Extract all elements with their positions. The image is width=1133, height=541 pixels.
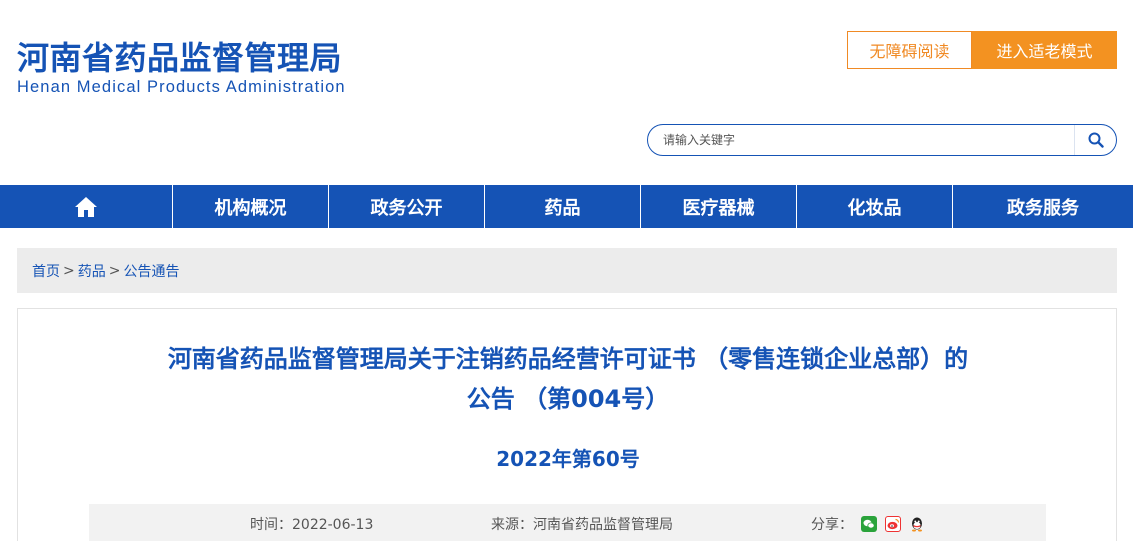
nav-item-government-affairs[interactable]: 政务公开: [329, 185, 485, 228]
logo-chinese-name: 河南省药品监督管理局: [17, 39, 343, 77]
elder-mode-button[interactable]: 进入适老模式: [972, 31, 1117, 69]
article-title-line-2: 公告 （第004号）: [466, 385, 670, 413]
logo-english-name: Henan Medical Products Administration: [17, 78, 346, 96]
article-title: 河南省药品监督管理局关于注销药品经营许可证书 （零售连锁企业总部）的 公告 （第…: [18, 339, 1118, 419]
article-panel: 河南省药品监督管理局关于注销药品经营许可证书 （零售连锁企业总部）的 公告 （第…: [17, 308, 1117, 541]
search-input[interactable]: [648, 125, 1074, 155]
search-bar: [647, 124, 1117, 156]
breadcrumb-announcements[interactable]: 公告通告: [123, 261, 179, 281]
accessible-reading-button[interactable]: 无障碍阅读: [847, 31, 972, 69]
nav-item-government-services[interactable]: 政务服务: [953, 185, 1133, 228]
top-buttons: 无障碍阅读 进入适老模式: [847, 31, 1117, 69]
nav-item-drugs[interactable]: 药品: [485, 185, 641, 228]
wechat-share-icon[interactable]: [861, 516, 877, 532]
article-source: 来源：河南省药品监督管理局: [491, 517, 673, 533]
breadcrumb-drugs[interactable]: 药品: [78, 261, 106, 281]
weibo-share-icon[interactable]: [885, 516, 901, 532]
nav-item-cosmetics[interactable]: 化妆品: [797, 185, 953, 228]
site-logo[interactable]: 河南省药品监督管理局 Henan Medical Products Admini…: [17, 38, 357, 97]
nav-home[interactable]: [0, 185, 173, 228]
main-nav: 机构概况 政务公开 药品 医疗器械 化妆品 政务服务: [0, 185, 1133, 228]
breadcrumb-separator: >: [63, 262, 75, 279]
breadcrumb: 首页 > 药品 > 公告通告: [17, 248, 1117, 293]
document-number: 2022年第60号: [496, 447, 640, 471]
nav-item-institution[interactable]: 机构概况: [173, 185, 329, 228]
article-title-line-1: 河南省药品监督管理局关于注销药品经营许可证书 （零售连锁企业总部）的: [167, 345, 969, 373]
home-icon: [75, 196, 97, 217]
share-label: 分享：: [811, 517, 853, 533]
share-group: 分享：: [811, 514, 925, 534]
qq-share-icon[interactable]: [909, 516, 925, 532]
article-meta-bar: 时间：2022-06-13 来源：河南省药品监督管理局 分享：: [89, 504, 1046, 541]
nav-item-medical-devices[interactable]: 医疗器械: [641, 185, 797, 228]
search-icon: [1088, 132, 1104, 148]
breadcrumb-home[interactable]: 首页: [32, 261, 60, 281]
publish-time: 时间：2022-06-13: [250, 517, 374, 533]
search-button[interactable]: [1074, 125, 1116, 155]
breadcrumb-separator: >: [108, 262, 121, 279]
